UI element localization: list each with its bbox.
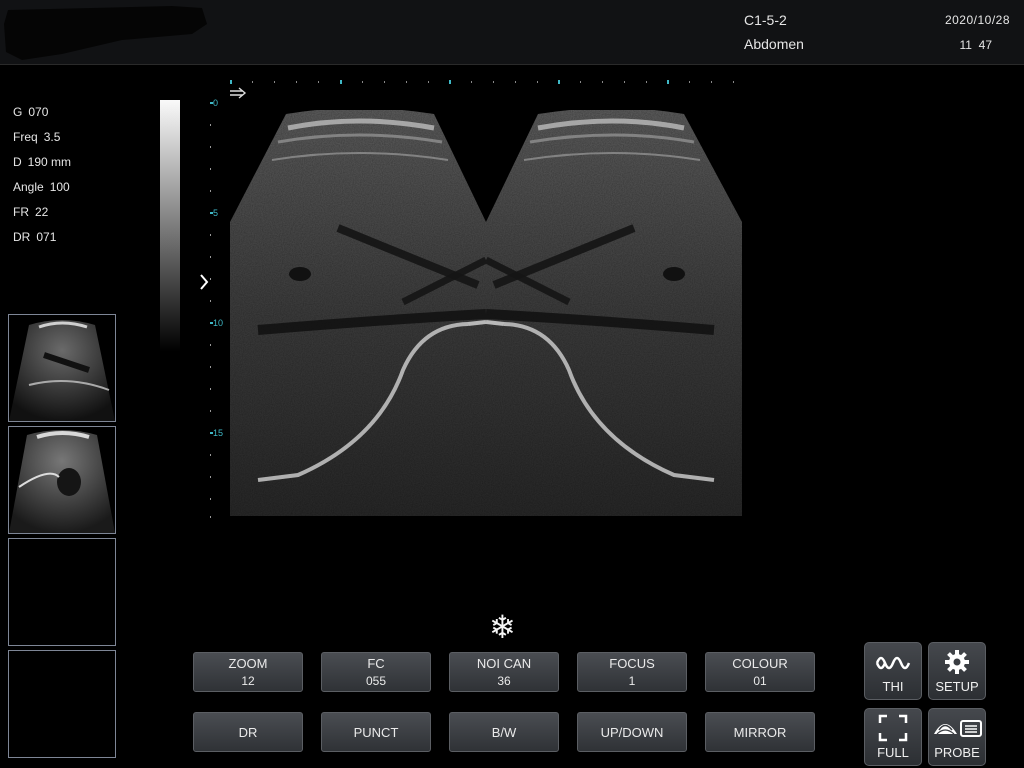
param-frame-rate: FR 22 [13,205,49,219]
right-image [486,110,742,516]
top-bar: C1-5-2 Abdomen 2020/10/28 11 47 [0,0,1024,65]
orientation-arrow-icon [230,87,247,99]
thi-wave-icon [865,647,921,677]
freeze-icon: ❄ [489,609,516,645]
setup-button[interactable]: SETUP [928,642,986,700]
up-down-button[interactable]: UP/DOWN [577,712,687,752]
colour-button[interactable]: COLOUR 01 [705,652,815,692]
zoom-button[interactable]: ZOOM 12 [193,652,303,692]
fc-button[interactable]: FC 055 [321,652,431,692]
full-button[interactable]: FULL [864,708,922,766]
fc-value: 055 [365,674,387,688]
thumbnail-3-empty[interactable] [8,538,116,646]
fullscreen-icon [865,713,921,743]
thumbnail-2[interactable] [8,426,116,534]
param-gain: G 070 [13,105,49,119]
dr-label: DR [238,724,258,740]
focus-value: 1 [628,674,636,688]
ultrasound-image[interactable] [228,110,744,518]
depth-label-0: 0 [213,98,218,108]
left-image [230,110,486,516]
probe-label: PROBE [934,745,980,760]
probe-icon [929,713,985,743]
thumbnail-4-empty[interactable] [8,650,116,758]
probe-button[interactable]: PROBE [928,708,986,766]
noise-cancel-value: 36 [497,674,511,688]
fc-label: FC [367,656,385,671]
thumbnail-1[interactable] [8,314,116,422]
bw-label: B/W [491,724,517,740]
imaging-parameters: G 070 Freq 3.5 D 190 mm Angle 100 FR 22 DR 071 [13,100,71,250]
thi-button[interactable]: THI [864,642,922,700]
exam-preset: Abdomen [744,36,804,52]
time-display: 11 47 [959,38,992,52]
punct-label: PUNCT [353,724,399,740]
depth-label-5: 5 [213,208,218,218]
up-down-label: UP/DOWN [600,724,664,740]
probe-name: C1-5-2 [744,12,787,28]
focus-label: FOCUS [609,656,655,671]
focus-button[interactable]: FOCUS 1 [577,652,687,692]
noise-cancel-button[interactable]: NOI CAN 36 [449,652,559,692]
setup-label: SETUP [935,679,979,694]
param-dynamic-range: DR 071 [13,230,57,244]
focus-marker-icon [200,274,209,290]
gear-icon [929,647,985,677]
thi-label: THI [882,679,904,694]
depth-label-15: 15 [213,428,223,438]
param-angle: Angle 100 [13,180,70,194]
date-display: 2020/10/28 [944,13,1010,27]
redacted-logo [4,6,207,60]
punct-button[interactable]: PUNCT [321,712,431,752]
dr-button[interactable]: DR [193,712,303,752]
depth-label-10: 10 [213,318,223,328]
full-label: FULL [877,745,909,760]
colour-value: 01 [753,674,767,688]
cine-thumbnails [8,314,116,762]
bw-button[interactable]: B/W [449,712,559,752]
param-frequency: Freq 3.5 [13,130,61,144]
noise-cancel-label: NOI CAN [476,656,532,671]
mirror-label: MIRROR [733,724,787,740]
mirror-button[interactable]: MIRROR [705,712,815,752]
zoom-label: ZOOM [228,656,268,671]
zoom-value: 12 [241,674,255,688]
param-depth: D 190 mm [13,155,72,169]
grayscale-bar [160,100,180,352]
colour-label: COLOUR [732,656,788,671]
